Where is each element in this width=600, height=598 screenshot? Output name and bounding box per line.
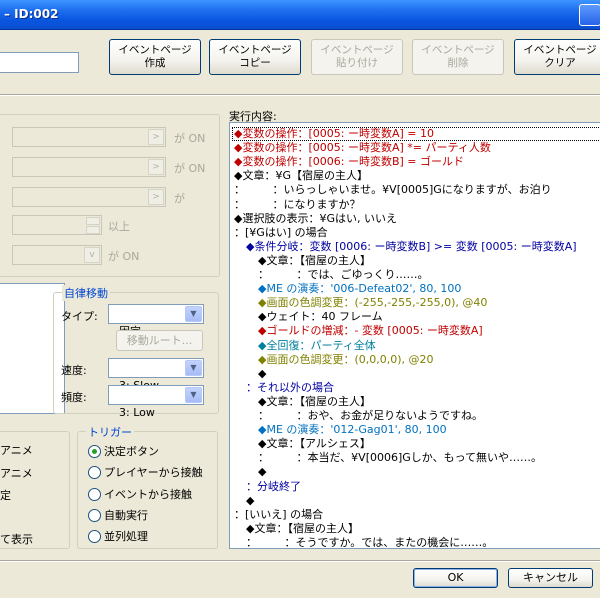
exec-line[interactable]: ◆文章：【宿屋の主人】 [258,395,371,409]
switch2-select[interactable]: > [12,157,166,177]
frequency-value: 3: Low [119,406,155,419]
exec-line[interactable]: ◆変数の操作：[0005: ー時変数A] = 10 [234,127,434,141]
title-bar[interactable]: – ID:002 [0,0,600,30]
speed-select[interactable]: 3: Slow ▼ [108,358,204,392]
move-route-button[interactable]: 移動ルート... [116,330,203,351]
chevron-right-icon: > [148,189,164,205]
exec-line[interactable]: ◆条件分岐：変数 [0006: ー時変数B] >= 変数 [0005: ー時変数… [246,240,577,254]
trigger-label: イベントから接触 [104,488,192,501]
toolbar-divider [0,94,600,96]
clear-page-button[interactable]: イベントページ クリア [514,39,600,75]
trigger-parallel[interactable]: 並列処理 [88,528,148,544]
chevron-down-icon: ▼ [185,306,202,322]
exec-line[interactable]: ◆全回復：パーティ全体 [258,339,376,353]
trigger-autorun[interactable]: 自動実行 [88,507,148,523]
exec-line[interactable]: ： ：いらっしゃいませ。¥V[0005]Gになりますが、お泊り [234,183,552,197]
trigger-label: 決定ボタン [104,445,159,458]
exec-line[interactable]: ◆ [246,494,254,508]
exec-line[interactable]: ◆文章：¥G【宿屋の主人】 [234,169,368,183]
radio-icon [88,487,101,501]
chevron-down-icon: v [84,247,100,263]
exec-line[interactable]: ： ：そうですか。では、またの機会に……。 [246,536,493,548]
chevron-right-icon: > [148,129,164,145]
option-always-on-top[interactable]: て表示 [0,531,33,547]
exec-line[interactable]: ◆文章：【宿屋の主人】 [258,254,371,268]
exec-line[interactable]: ◆変数の操作：[0006: ー時変数B] = ゴールド [234,155,464,169]
exec-line[interactable]: ◆ME の演奏：'012-Gag01', 80, 100 [258,423,447,437]
spin-up-icon [86,217,100,225]
chevron-down-icon: ▼ [185,360,202,376]
trigger-action-button[interactable]: 決定ボタン [88,443,159,459]
spin-down-icon [86,226,100,234]
close-button[interactable] [579,4,600,26]
radio-icon [88,529,101,543]
radio-icon [88,465,101,479]
exec-line[interactable]: ◆変数の操作：[0005: ー時変数A] *= パーティ人数 [234,141,491,155]
exec-line[interactable]: ◆選択肢の表示：¥Gはい, いいえ [234,212,397,226]
move-type-select[interactable]: 固定 ▼ [108,304,204,338]
chevron-down-icon: ▼ [185,387,202,403]
self-switch-suffix: が ON [108,250,140,263]
exec-line[interactable]: ◆画面の色調変更：(-255,-255,-255,0), @40 [258,296,487,310]
trigger-event-touch[interactable]: イベントから接触 [88,486,192,502]
exec-line[interactable]: ◆ゴールドの増減：- 変数 [0005: ー時変数A] [258,324,483,338]
frequency-select[interactable]: 3: Low ▼ [108,385,204,419]
self-switch-select[interactable]: v [12,245,102,265]
exec-line[interactable]: ： ：本当だ、¥V[0006]Gしか、もって無いや……。 [258,451,542,465]
trigger-player-touch[interactable]: プレイヤーから接触 [88,464,203,480]
variable-suffix: が [174,192,185,205]
exec-line[interactable]: ： ：では、ごゆっくり……。 [258,268,429,282]
exec-line[interactable]: ◆画面の色調変更：(0,0,0,0), @20 [258,353,434,367]
switch2-suffix: が ON [174,162,206,175]
cancel-button[interactable]: キャンセル [508,568,593,588]
frequency-label: 頻度: [61,391,87,404]
exec-line[interactable]: ◆ [258,367,266,381]
exec-line[interactable]: ◆文章：【宿屋の主人】 [246,522,359,536]
page-name-input[interactable] [0,52,79,73]
move-type-label: タイプ: [61,310,98,323]
ok-button[interactable]: OK [413,568,498,588]
paste-page-button[interactable]: イベントページ 貼り付け [311,39,403,75]
variable-select[interactable]: > [12,187,166,207]
footer-divider [0,560,600,562]
new-page-button[interactable]: イベントページ 作成 [109,39,201,75]
auto-move-title: 自律移動 [62,285,110,301]
exec-line[interactable]: ：[¥Gはい] の場合 [234,226,328,240]
speed-label: 速度: [61,364,87,377]
exec-line[interactable]: ◆ウェイト：40 フレーム [258,310,383,324]
trigger-label: プレイヤーから接触 [104,466,203,479]
trigger-title: トリガー [86,424,134,440]
option-walk-anime[interactable]: アニメ [0,442,33,458]
radio-icon [88,508,101,522]
option-step-anime[interactable]: アニメ [0,465,33,481]
radio-selected-icon [88,444,101,458]
variable-value-suffix: 以上 [108,220,130,233]
exec-line[interactable]: ： ：になりますか？ [234,198,361,212]
exec-line[interactable]: ：それ以外の場合 [246,381,334,395]
exec-line[interactable]: ◆ME の演奏：'006-Defeat02', 80, 100 [258,282,461,296]
option-direction-fix[interactable]: 定 [0,487,11,503]
delete-page-button[interactable]: イベントページ 削除 [412,39,504,75]
exec-command-list[interactable]: ◆変数の操作：[0005: ー時変数A] = 10 ◆変数の操作：[0005: ー… [229,122,600,549]
trigger-label: 自動実行 [104,509,148,522]
copy-page-button[interactable]: イベントページ コピー [209,39,301,75]
exec-line[interactable]: ◆文章：【アルシェス】 [258,437,371,451]
exec-line[interactable]: ：[いいえ] の場合 [234,508,323,522]
exec-line[interactable]: ◆ [258,465,266,479]
trigger-label: 並列処理 [104,530,148,543]
window-title: – ID:002 [4,7,59,21]
chevron-right-icon: > [148,159,164,175]
variable-value-spinner[interactable] [12,215,102,235]
exec-line[interactable]: ：分岐終了 [246,480,301,494]
switch1-suffix: が ON [174,132,206,145]
switch1-select[interactable]: > [12,127,166,147]
exec-line[interactable]: ： ：おや、お金が足りないようですね。 [258,409,483,423]
